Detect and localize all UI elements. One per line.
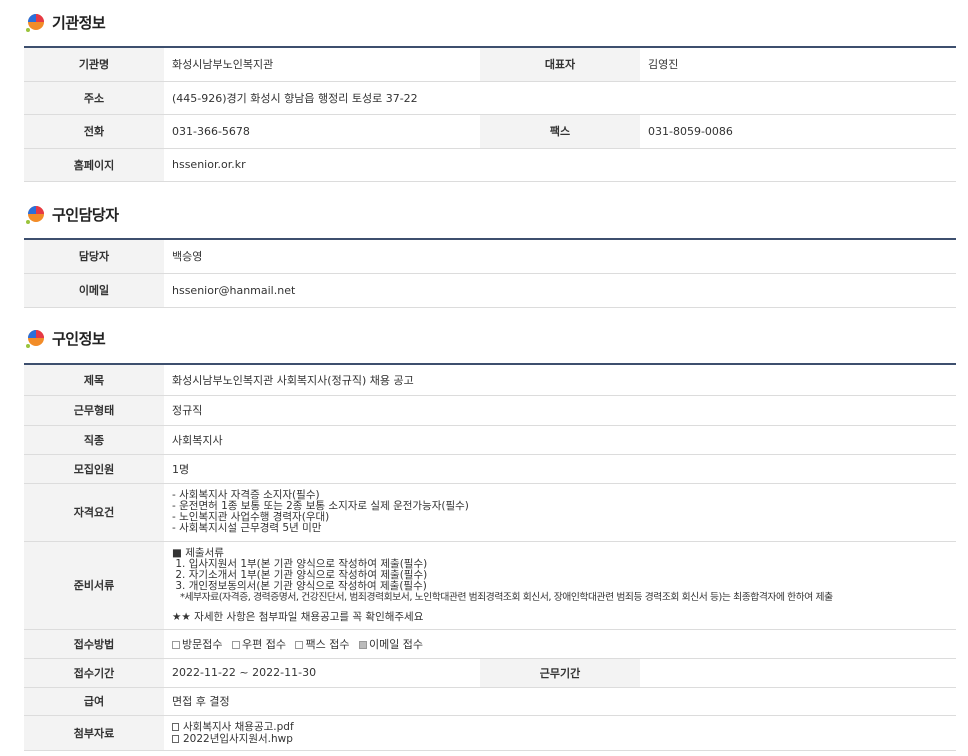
qualifications: - 사회복지사 자격증 소지자(필수) - 운전면허 1종 보통 또는 2종 보… [164,483,956,542]
section-logo-icon [26,206,44,224]
label-email: 이메일 [24,273,164,308]
label-qualifications: 자격요건 [24,483,164,542]
salary: 면접 후 결정 [164,687,956,716]
occupation: 사회복지사 [164,425,956,455]
label-application-method: 접수방법 [24,629,164,659]
checkbox-icon [295,640,304,649]
section-title-job: 구인정보 [24,326,106,350]
contact-table: 담당자 백승영 이메일 hssenior@hanmail.net [24,238,956,308]
file-icon [172,722,179,731]
headcount: 1명 [164,454,956,484]
checkbox-checked-icon [358,640,367,649]
method-mail: 우편 접수 [231,638,286,651]
section-title-text: 구인정보 [52,329,106,348]
label-work-type: 근무형태 [24,395,164,426]
document-item: *세부자료(자격증, 경력증명서, 건강진단서, 범죄경력회보서, 노인학대관련… [172,591,833,603]
section-title-contact: 구인담당자 [24,202,119,226]
section-logo-icon [26,14,44,32]
attachment-link[interactable]: 2022년입사지원서.hwp [172,733,948,745]
attachments: 사회복지사 채용공고.pdf 2022년입사지원서.hwp [164,715,956,751]
section-title-text: 구인담당자 [52,205,119,224]
representative: 김영진 [640,47,956,82]
file-icon [172,734,179,743]
work-period [640,658,956,688]
section-title-agency: 기관정보 [24,10,106,34]
document-item: ■ 제출서류 [172,546,224,559]
document-item: 1. 입사지원서 1부(본 기관 양식으로 작성하여 제출(필수) [172,557,428,570]
label-work-period: 근무기간 [480,658,640,688]
label-headcount: 모집인원 [24,454,164,484]
document-item: 3. 개인정보동의서(본 기관 양식으로 작성하여 제출(필수) [172,579,427,592]
job-title: 화성시남부노인복지관 사회복지사(정규직) 채용 공고 [164,364,956,396]
method-visit: 방문접수 [172,638,222,651]
method-email: 이메일 접수 [358,638,423,651]
method-fax: 팩스 접수 [295,638,349,651]
label-documents: 준비서류 [24,541,164,630]
contact-person: 백승영 [164,239,956,274]
label-attachments: 첨부자료 [24,715,164,751]
section-title-text: 기관정보 [52,13,106,32]
checkbox-icon [231,640,240,649]
label-phone: 전화 [24,114,164,149]
label-application-period: 접수기간 [24,658,164,688]
agency-name: 화성시남부노인복지관 [164,47,480,82]
checkbox-icon [172,640,180,649]
section-logo-icon [26,330,44,348]
homepage[interactable]: hssenior.or.kr [164,148,956,182]
attachment-link[interactable]: 사회복지사 채용공고.pdf [172,721,948,733]
label-representative: 대표자 [480,47,640,82]
phone: 031-366-5678 [164,114,480,149]
application-methods: 방문접수 우편 접수 팩스 접수 이메일 접수 [164,629,956,659]
document-item: 2. 자기소개서 1부(본 기관 양식으로 작성하여 제출(필수) [172,568,428,581]
label-job-title: 제목 [24,364,164,396]
agency-table: 기관명 화성시남부노인복지관 대표자 김영진 주소 (445-926)경기 화성… [24,46,956,182]
label-agency-name: 기관명 [24,47,164,82]
email[interactable]: hssenior@hanmail.net [164,273,956,308]
job-table: 제목 화성시남부노인복지관 사회복지사(정규직) 채용 공고 근무형태 정규직 … [24,363,956,751]
label-fax: 팩스 [480,114,640,149]
work-type: 정규직 [164,395,956,426]
qualification-item: - 사회복지시설 근무경력 5년 미만 [172,522,322,534]
fax: 031-8059-0086 [640,114,956,149]
label-occupation: 직종 [24,425,164,455]
documents-note: ★★ 자세한 사항은 첨부파일 채용공고를 꼭 확인해주세요 [172,610,424,623]
label-address: 주소 [24,81,164,115]
label-contact-person: 담당자 [24,239,164,274]
label-homepage: 홈페이지 [24,148,164,182]
documents: ■ 제출서류 1. 입사지원서 1부(본 기관 양식으로 작성하여 제출(필수)… [164,541,956,630]
application-period: 2022-11-22 ~ 2022-11-30 [164,658,480,688]
label-salary: 급여 [24,687,164,716]
address: (445-926)경기 화성시 향남읍 행정리 토성로 37-22 [164,81,956,115]
